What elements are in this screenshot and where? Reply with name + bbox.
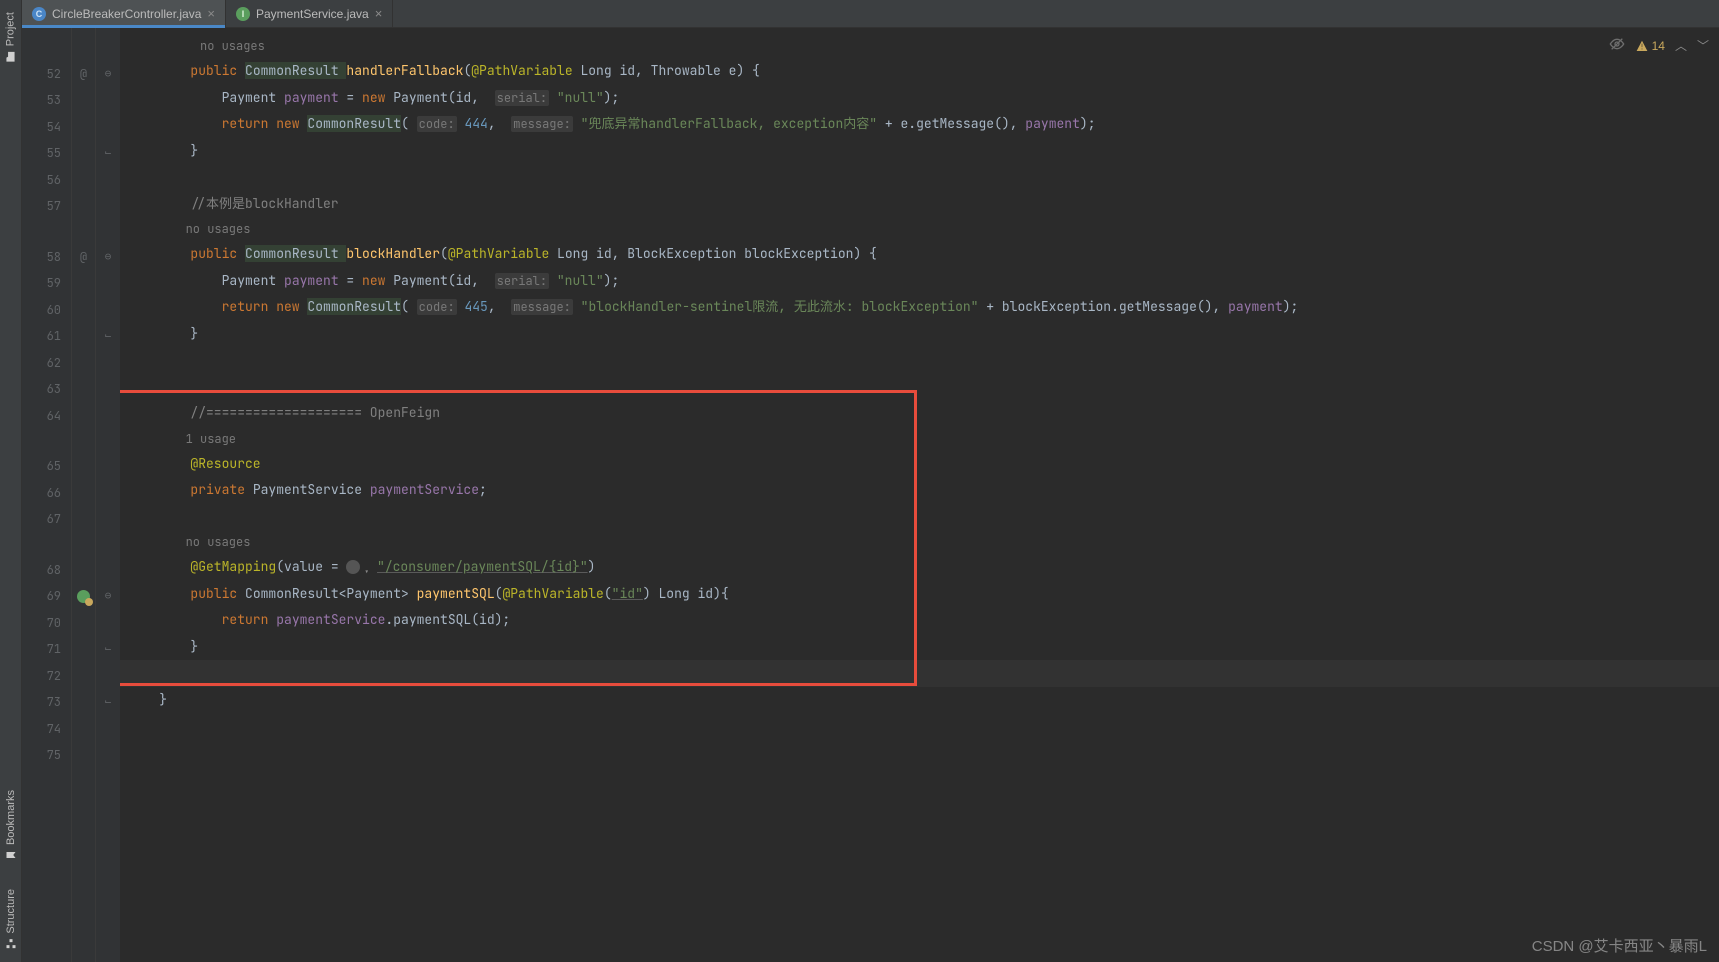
editor: 52 53 54 55 56 57 58 59 60 61 62 63 64 6… bbox=[22, 28, 1719, 962]
fold-icon[interactable]: ⊖ bbox=[96, 244, 120, 271]
code-area[interactable]: 14 ︿ ﹀ no usages public CommonResult han… bbox=[120, 28, 1719, 962]
warning-badge[interactable]: 14 bbox=[1635, 39, 1665, 53]
usage-hint: no usages bbox=[120, 217, 1719, 241]
chevron-down-icon[interactable]: ﹀ bbox=[1697, 37, 1709, 54]
tool-bookmarks[interactable]: Bookmarks bbox=[5, 786, 17, 865]
watermark: CSDN @艾卡西亚丶暴雨L bbox=[1532, 935, 1707, 956]
bean-icon[interactable] bbox=[72, 583, 95, 610]
tab-circlebreaker[interactable]: C CircleBreakerController.java × bbox=[22, 0, 226, 27]
tool-structure[interactable]: Structure bbox=[5, 885, 17, 954]
usage-hint: no usages bbox=[120, 34, 1719, 58]
caret-line bbox=[120, 660, 1719, 687]
class-icon: C bbox=[32, 7, 46, 21]
fold-icon[interactable]: ⊖ bbox=[96, 583, 120, 610]
override-icon[interactable]: @ bbox=[72, 61, 95, 88]
tab-label: PaymentService.java bbox=[256, 7, 369, 21]
interface-icon: I bbox=[236, 7, 250, 21]
tab-paymentservice[interactable]: I PaymentService.java × bbox=[226, 0, 393, 27]
fold-gutter: ⊖ ⌙ ⊖ ⌙ ⊖ ⌙ ⌙ bbox=[96, 28, 120, 962]
usage-hint: 1 usage bbox=[120, 427, 1719, 451]
tool-project[interactable]: Project bbox=[4, 8, 17, 67]
left-tool-strip: Project Bookmarks Structure bbox=[0, 0, 22, 962]
close-icon[interactable]: × bbox=[375, 6, 383, 21]
editor-tabs: C CircleBreakerController.java × I Payme… bbox=[22, 0, 1719, 28]
usage-hint: no usages bbox=[120, 530, 1719, 554]
tab-label: CircleBreakerController.java bbox=[52, 7, 201, 21]
eye-off-icon[interactable] bbox=[1609, 36, 1625, 55]
line-number-gutter[interactable]: 52 53 54 55 56 57 58 59 60 61 62 63 64 6… bbox=[22, 28, 72, 962]
annotation-gutter: @ @ bbox=[72, 28, 96, 962]
globe-icon[interactable] bbox=[346, 560, 360, 574]
fold-icon[interactable]: ⊖ bbox=[96, 61, 120, 88]
inspection-status[interactable]: 14 ︿ ﹀ bbox=[1609, 36, 1709, 55]
override-icon[interactable]: @ bbox=[72, 244, 95, 271]
chevron-up-icon[interactable]: ︿ bbox=[1675, 37, 1687, 54]
close-icon[interactable]: × bbox=[207, 6, 215, 21]
